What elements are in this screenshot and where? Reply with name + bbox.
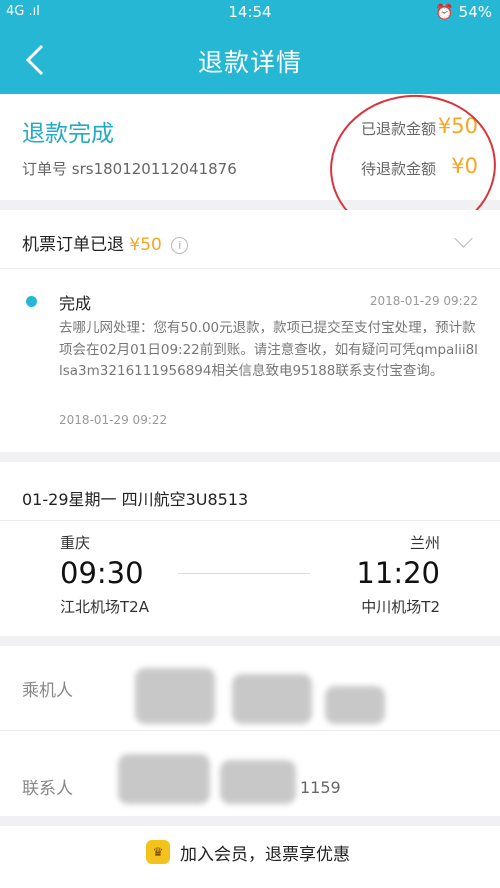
chevron-down-icon[interactable] (454, 229, 473, 248)
battery-text: ⏰ 54% (435, 3, 492, 21)
redacted-contact-name (118, 754, 210, 804)
nav-bar: 退款详情 (0, 26, 500, 94)
redacted-phone (220, 760, 296, 804)
refund-order-header[interactable]: 机票订单已退 ¥50 i (22, 230, 189, 255)
info-icon[interactable]: i (171, 236, 189, 254)
progress-description: 去哪儿网处理：您有50.00元退款，款项已提交至支付宝处理，预计款项会在02月0… (59, 320, 478, 379)
divider (0, 268, 500, 269)
vip-text: 加入会员，退票享优惠 (180, 845, 350, 865)
page-title: 退款详情 (197, 48, 302, 77)
battery-percent: 54% (458, 3, 492, 21)
status-bar: 4G .ıl 14:54 ⏰ 54% (0, 0, 500, 26)
redacted-id-tail (325, 686, 385, 724)
refund-status: 退款完成 (22, 121, 114, 147)
progress-time-bottom: 2018-01-29 09:22 (59, 413, 168, 427)
refund-detail-card: 机票订单已退 ¥50 i 完成 2018-01-29 09:22 去哪儿网处理：… (0, 210, 500, 452)
crown-icon: ♛ (146, 840, 170, 864)
flight-card: 01-29星期一 四川航空3U8513 重庆 09:30 江北机场T2A 兰州 … (0, 462, 500, 636)
passenger-card: 乘机人 联系人 1159 (0, 646, 500, 816)
refund-order-amount: ¥50 (129, 235, 162, 255)
divider (0, 730, 500, 731)
route-arrow-icon (178, 573, 310, 574)
progress-title: 完成 (59, 294, 92, 313)
contact-phone-suffix: 1159 (300, 778, 341, 797)
flight-header: 01-29星期一 四川航空3U8513 (22, 490, 249, 509)
departure-time: 09:30 (60, 556, 144, 590)
arrival-city: 兰州 (409, 534, 440, 552)
departure-airport: 江北机场T2A (60, 598, 149, 616)
passenger-label: 乘机人 (22, 681, 73, 701)
order-value: srs180120112041876 (71, 160, 237, 178)
arrival-airport: 中川机场T2 (361, 598, 440, 616)
order-label: 订单号 (22, 160, 68, 178)
clock-text: 14:54 (228, 3, 272, 21)
departure-city: 重庆 (60, 534, 91, 552)
divider (0, 520, 500, 521)
arrival-time: 11:20 (356, 556, 440, 590)
redacted-id (232, 674, 312, 724)
order-number: 订单号 srs180120112041876 (22, 158, 237, 179)
redacted-name (135, 668, 215, 724)
progress-dot-icon (26, 296, 37, 307)
refund-order-title: 机票订单已退 (22, 235, 124, 255)
alarm-icon: ⏰ (435, 3, 459, 21)
contact-label: 联系人 (22, 779, 73, 799)
progress-time: 2018-01-29 09:22 (369, 294, 478, 308)
vip-banner[interactable]: ♛ 加入会员，退票享优惠 (0, 826, 500, 888)
